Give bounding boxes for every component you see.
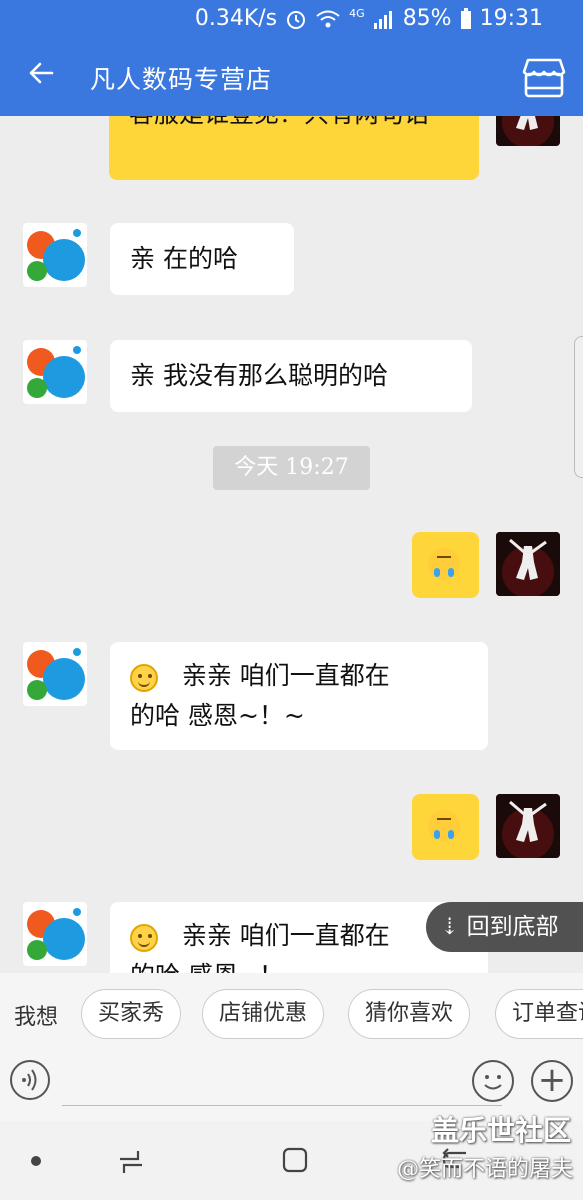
crying-face-icon (428, 548, 460, 580)
watermark-logo: 盖乐世社区 (430, 1114, 571, 1147)
system-nav-bar: 盖乐世社区 @笑而不语的屠夫 (0, 1114, 583, 1200)
my-avatar[interactable] (496, 532, 560, 596)
back-to-bottom-button[interactable]: ⇣ 回到底部 (426, 902, 583, 952)
message-bubble-me[interactable] (412, 532, 479, 598)
network-speed: 0.34K/s (194, 6, 278, 31)
status-bar: 0.34K/s 4G 85% 19:31 (0, 0, 583, 40)
message-bubble-me[interactable]: 客服是谁登见？只有两句话 (109, 116, 479, 180)
message-text-line1: 亲亲 咱们一直都在 (181, 661, 390, 690)
message-input[interactable] (62, 1105, 502, 1106)
battery-icon (460, 7, 471, 29)
message-bubble-me[interactable] (412, 794, 479, 860)
shop-avatar[interactable] (23, 642, 87, 706)
smiley-emoji-icon (130, 663, 158, 692)
smiley-emoji-icon (130, 923, 158, 952)
time-divider: 今天 19:27 (213, 446, 370, 490)
voice-icon[interactable] (10, 1060, 50, 1100)
shop-avatar[interactable] (23, 223, 87, 287)
plus-icon[interactable]: + (531, 1060, 573, 1102)
recent-apps-icon[interactable] (116, 1147, 146, 1177)
message-text: 客服是谁登见？只有两句话 (129, 116, 429, 128)
quick-chip-buyer-show[interactable]: 买家秀 (81, 989, 182, 1039)
message-text-line1: 亲亲 咱们一直都在 (181, 921, 390, 950)
clock-time: 19:31 (479, 6, 543, 31)
shop-avatar[interactable] (23, 902, 87, 966)
shop-title[interactable]: 凡人数码专营店 (90, 60, 272, 96)
wifi-icon (316, 10, 340, 27)
message-bubble-shop[interactable]: 亲 在的哈 (110, 223, 294, 295)
network-type: 4G (349, 7, 365, 20)
message-text-line2: 的哈 感恩~！~ (130, 961, 305, 973)
home-icon[interactable] (280, 1145, 310, 1175)
nav-dot-icon[interactable] (30, 1155, 42, 1167)
shop-avatar[interactable] (23, 340, 87, 404)
message-text: 亲 我没有那么聪明的哈 (130, 361, 388, 390)
store-icon[interactable] (521, 56, 567, 100)
quick-label: 我想 (14, 1005, 59, 1030)
message-text-line2: 的哈 感恩~！~ (130, 701, 305, 730)
quick-chip-recommend[interactable]: 猜你喜欢 (348, 989, 471, 1039)
smiley-icon[interactable] (472, 1060, 514, 1102)
battery-percent: 85% (402, 6, 452, 31)
quick-chip-shop-discount[interactable]: 店铺优惠 (202, 989, 325, 1039)
alarm-icon (287, 10, 306, 29)
my-avatar[interactable] (496, 794, 560, 858)
scroll-handle[interactable] (574, 336, 583, 478)
crying-face-icon (428, 810, 460, 842)
message-bubble-shop[interactable]: 亲 我没有那么聪明的哈 (110, 340, 472, 412)
signal-icon (373, 10, 392, 29)
back-arrow-icon[interactable] (26, 58, 56, 95)
message-bubble-shop[interactable]: 亲亲 咱们一直都在 的哈 感恩~！~ (110, 642, 488, 750)
message-text: 亲 在的哈 (130, 244, 238, 273)
chat-area[interactable]: 客服是谁登见？只有两句话 亲 在的哈 亲 我没有那么聪明的哈 今天 19:27 … (0, 116, 583, 973)
watermark-user: @笑而不语的屠夫 (396, 1157, 573, 1182)
chat-header: 凡人数码专营店 (0, 40, 583, 116)
quick-chip-order-query[interactable]: 订单查询 (495, 989, 583, 1039)
my-avatar[interactable] (496, 116, 560, 146)
quick-reply-bar: 我想 买家秀 店铺优惠 猜你喜欢 订单查询 (0, 973, 583, 1057)
